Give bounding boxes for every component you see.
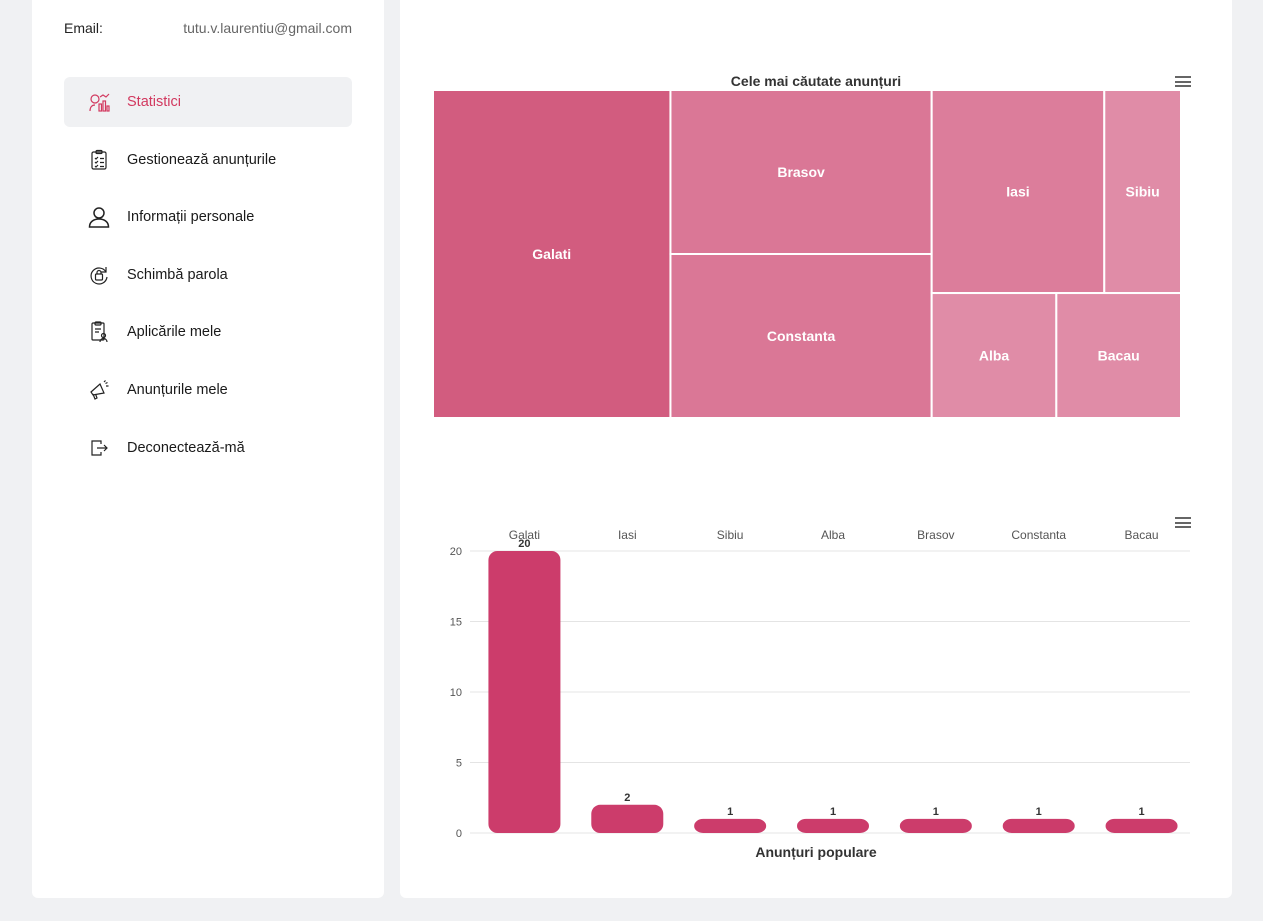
- clipboard-checklist-icon: [88, 149, 110, 171]
- menu-item-label: Aplicările mele: [127, 324, 222, 341]
- bar[interactable]: [488, 551, 561, 833]
- treemap-chart: Cele mai căutate anunțuri Galati Brasov Co…: [432, 73, 1182, 419]
- x-tick-label: Sibiu: [717, 528, 744, 542]
- treemap-cell-label: Bacau: [1098, 348, 1140, 364]
- treemap-cell-label: Iasi: [1006, 184, 1029, 200]
- bar[interactable]: [1002, 818, 1075, 833]
- menu-item-logout[interactable]: Deconectează-mă: [64, 423, 352, 473]
- bar-chart: 05101520 Galati Iasi Sibiu Alba Brasov Consta…: [450, 528, 1190, 860]
- lock-refresh-icon: [88, 264, 110, 286]
- x-tick-label: Iasi: [618, 528, 637, 542]
- email-label: Email:: [64, 20, 103, 36]
- user-icon: [88, 206, 110, 228]
- bar-value-label: 1: [1139, 806, 1145, 818]
- sidebar: Email: tutu.v.laurentiu@gmail.com Statis…: [32, 0, 384, 898]
- statistics-panel: Cele mai căutate anunțuri Galati Brasov Co…: [400, 0, 1232, 898]
- menu-item-label: Deconectează-mă: [127, 439, 245, 456]
- x-tick-label: Brasov: [917, 528, 954, 542]
- email-row: Email: tutu.v.laurentiu@gmail.com: [64, 20, 352, 36]
- treemap-cell-label: Brasov: [777, 164, 825, 180]
- menu-item-my-applications[interactable]: Aplicările mele: [64, 307, 352, 357]
- bar-value-label: 1: [830, 806, 836, 818]
- menu-item-label: Informații personale: [127, 209, 255, 226]
- menu-item-my-ads[interactable]: Anunțurile mele: [64, 365, 352, 415]
- statistics-icon: [88, 91, 110, 113]
- x-tick-label: Bacau: [1125, 528, 1159, 542]
- bar[interactable]: [694, 818, 767, 833]
- email-value: tutu.v.laurentiu@gmail.com: [183, 20, 352, 36]
- bar-value-label: 1: [727, 806, 733, 818]
- bar-value-label: 20: [518, 538, 530, 550]
- y-tick-label: 0: [456, 828, 462, 840]
- bar[interactable]: [591, 804, 664, 833]
- treemap-title: Cele mai căutate anunțuri: [731, 73, 901, 89]
- bar-chart-menu-icon[interactable]: [1175, 517, 1191, 531]
- logout-icon: [88, 437, 110, 459]
- bar[interactable]: [899, 818, 972, 833]
- bar[interactable]: [797, 818, 869, 833]
- menu-item-label: Anunțurile mele: [127, 381, 228, 398]
- bar-value-label: 2: [624, 792, 630, 804]
- menu-item-personal-info[interactable]: Informații personale: [64, 192, 352, 242]
- treemap-menu-icon[interactable]: [1175, 76, 1191, 90]
- y-tick-label: 20: [450, 546, 462, 558]
- menu-item-label: Statistici: [127, 94, 181, 110]
- menu-item-statistics[interactable]: Statistici: [64, 77, 352, 127]
- megaphone-icon: [88, 379, 110, 401]
- bar[interactable]: [1105, 818, 1178, 833]
- x-tick-label: Alba: [821, 528, 845, 542]
- y-tick-label: 10: [450, 687, 462, 699]
- treemap-cell-label: Alba: [979, 348, 1010, 364]
- bar-chart-title: Anunțuri populare: [755, 844, 877, 860]
- y-tick-label: 5: [456, 758, 462, 770]
- bar-value-label: 1: [1036, 806, 1042, 818]
- x-tick-label: Constanta: [1011, 528, 1066, 542]
- y-tick-label: 15: [450, 617, 462, 629]
- treemap-cell-label: Sibiu: [1126, 184, 1160, 200]
- treemap-cell-label: Constanta: [767, 328, 836, 344]
- document-user-icon: [88, 321, 110, 343]
- menu-item-label: Schimbă parola: [127, 266, 228, 283]
- menu-item-change-password[interactable]: Schimbă parola: [64, 250, 352, 300]
- bar-value-label: 1: [933, 806, 939, 818]
- menu-item-manage-ads[interactable]: Gestionează anunțurile: [64, 135, 352, 185]
- menu-item-label: Gestionează anunțurile: [127, 151, 277, 168]
- treemap-cell-label: Galati: [532, 246, 571, 262]
- sidebar-menu: Statistici Gestionează anunțurile Inform…: [64, 77, 352, 480]
